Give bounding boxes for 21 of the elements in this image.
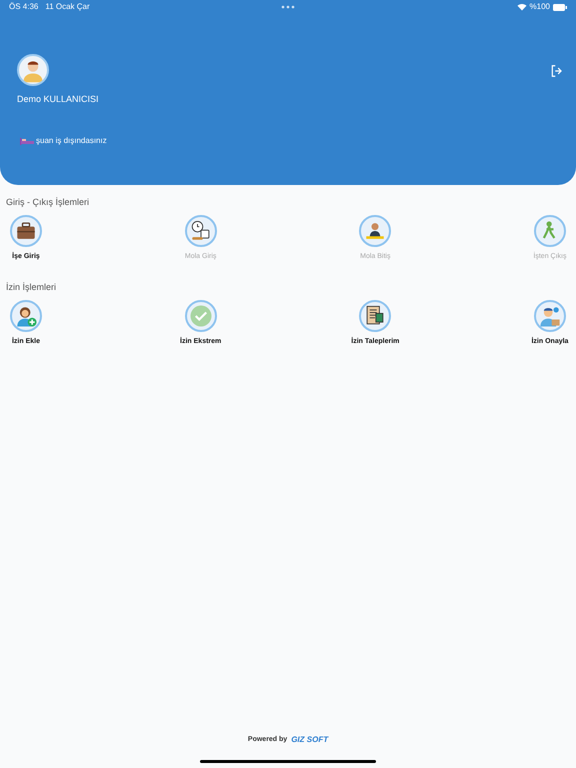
battery-percent: %100 xyxy=(530,1,550,13)
wifi-icon xyxy=(516,3,527,11)
man-with-box-icon xyxy=(534,300,566,332)
user-name: Demo KULLANICISI xyxy=(17,93,100,106)
section-title: Giriş - Çıkış İşlemleri xyxy=(6,196,90,209)
walking-person-icon xyxy=(534,214,566,246)
logout-icon[interactable] xyxy=(550,64,564,78)
battery-icon xyxy=(553,4,567,10)
more-dots-icon xyxy=(281,5,295,9)
person-at-laptop-icon xyxy=(359,214,392,246)
clock-and-cup-icon xyxy=(184,214,217,246)
check-badge-icon xyxy=(184,300,217,332)
work-status: şuan iş dışındasınız xyxy=(36,134,107,146)
status-date: 11 Ocak Çar xyxy=(45,1,90,13)
bed-icon xyxy=(20,136,34,144)
avatar-silhouette xyxy=(17,54,49,86)
woman-with-plus-icon xyxy=(10,300,42,332)
status-time: ÖS 4:36 xyxy=(9,1,38,13)
section-title: İzin İşlemleri xyxy=(6,281,58,294)
briefcase-icon xyxy=(10,214,42,246)
brand-logo: GIZ SOFT xyxy=(291,734,328,746)
